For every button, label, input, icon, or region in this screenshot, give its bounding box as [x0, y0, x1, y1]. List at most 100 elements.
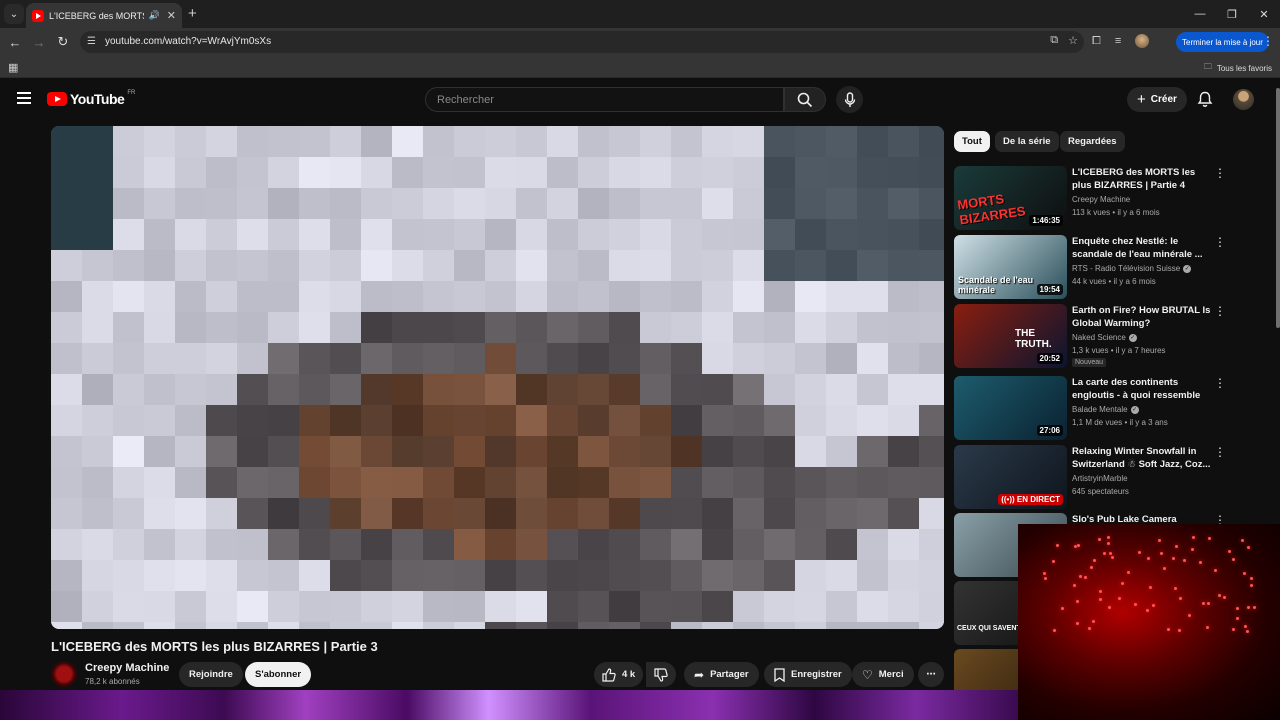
recommendation-item[interactable]: Scandale de l'eau minérale 19:54 Enquête… — [954, 235, 1244, 299]
video-thumbnail[interactable]: Scandale de l'eau minérale 19:54 — [954, 235, 1067, 299]
update-button[interactable]: Terminer la mise à jour — [1176, 32, 1269, 52]
pixel-block — [640, 188, 672, 220]
site-info-icon[interactable]: ☰ — [87, 36, 99, 48]
video-thumbnail[interactable]: 27:06 — [954, 376, 1067, 440]
pixel-block — [330, 281, 362, 313]
like-button[interactable]: 4 k — [594, 662, 644, 687]
menu-hamburger-icon[interactable] — [17, 92, 31, 104]
string-light-dot — [1191, 548, 1194, 551]
recommendation-item[interactable]: ((•)) EN DIRECT Relaxing Winter Snowfall… — [954, 445, 1244, 509]
chip-watched[interactable]: Regardées — [1060, 131, 1125, 152]
pixel-block — [671, 560, 703, 592]
youtube-header: YouTube FR Rechercher + Créer — [0, 79, 1280, 121]
thanks-button[interactable]: ♡ Merci — [852, 662, 914, 687]
recommendation-channel[interactable]: Creepy Machine — [1072, 195, 1130, 204]
dislike-button[interactable] — [646, 662, 676, 687]
chip-series[interactable]: De la série — [995, 131, 1059, 152]
tab-search-icon[interactable]: ⌄ — [4, 4, 24, 24]
apps-grid-icon[interactable]: ▦ — [8, 61, 18, 74]
pixel-block — [454, 157, 486, 189]
search-button[interactable] — [784, 87, 826, 112]
browser-profile-avatar[interactable] — [1135, 34, 1150, 48]
browser-tab-active[interactable]: L'ICEBERG des MORTS les p 🔊 ✕ — [26, 3, 182, 28]
extensions-puzzle-icon[interactable]: ⧠ — [1092, 35, 1101, 48]
address-bar[interactable]: ☰ youtube.com/watch?v=WrAvjYm0sXs ⧉ ☆ — [80, 31, 1084, 53]
more-vertical-icon[interactable]: ⋮ — [1214, 376, 1226, 390]
recommendation-title[interactable]: Earth on Fire? How BRUTAL Is Global Warm… — [1072, 304, 1212, 330]
window-close-icon[interactable]: ✕ — [1248, 0, 1280, 28]
back-arrow-icon[interactable]: ← — [6, 33, 24, 51]
recommendation-title[interactable]: Enquête chez Nestlé: le scandale de l'ea… — [1072, 235, 1212, 261]
video-thumbnail[interactable]: THE TRUTH. 20:52 — [954, 304, 1067, 368]
reading-list-icon[interactable]: ≡ — [1115, 35, 1121, 47]
share-button[interactable]: ➦ Partager — [684, 662, 759, 687]
recommendation-item[interactable]: THE TRUTH. 20:52 Earth on Fire? How BRUT… — [954, 304, 1244, 368]
bookmark-star-icon[interactable]: ☆ — [1068, 34, 1078, 47]
channel-name[interactable]: Creepy Machine — [85, 662, 169, 674]
string-light-dot — [1103, 552, 1106, 555]
window-controls: — ❐ ✕ — [1184, 0, 1280, 28]
recommendation-title[interactable]: La carte des continents engloutis - à qu… — [1072, 376, 1212, 403]
browser-menu-icon[interactable]: ⋮ — [1262, 34, 1274, 48]
voice-search-button[interactable] — [836, 86, 863, 113]
pixel-block — [392, 312, 424, 344]
close-icon[interactable]: ✕ — [167, 9, 176, 22]
join-button[interactable]: Rejoindre — [179, 662, 243, 687]
more-horizontal-icon: ⋯ — [926, 669, 936, 680]
pixel-block — [237, 250, 269, 282]
video-thumbnail[interactable]: MORTS BIZARRES 1:46:35 — [954, 166, 1067, 230]
pixel-block — [888, 219, 920, 251]
pixel-block — [516, 560, 548, 592]
minimize-icon[interactable]: — — [1184, 0, 1216, 28]
video-player[interactable] — [51, 126, 944, 629]
pixel-block — [795, 312, 827, 344]
pixel-block — [361, 126, 393, 158]
more-actions-button[interactable]: ⋯ — [918, 662, 944, 687]
pixel-block — [237, 157, 269, 189]
pixel-block — [516, 405, 548, 437]
recommendation-channel[interactable]: RTS - Radio Télévision Suisse ✓ — [1072, 264, 1192, 273]
reload-icon[interactable]: ↻ — [54, 33, 72, 51]
recommendation-title[interactable]: Relaxing Winter Snowfall in Switzerland … — [1072, 445, 1212, 471]
search-input[interactable]: Rechercher — [425, 87, 784, 112]
maximize-icon[interactable]: ❐ — [1216, 0, 1248, 28]
more-vertical-icon[interactable]: ⋮ — [1214, 166, 1226, 180]
speaker-icon[interactable]: 🔊 — [149, 10, 160, 21]
more-vertical-icon[interactable]: ⋮ — [1214, 445, 1226, 459]
pixel-block — [299, 405, 331, 437]
recommendation-channel[interactable]: Balade Mentale ✓ — [1072, 405, 1139, 414]
chip-all[interactable]: Tout — [954, 131, 990, 152]
pixel-block — [578, 560, 610, 592]
all-bookmarks[interactable]: 🗀 Tous les favoris — [1204, 61, 1272, 75]
new-tab-plus-icon[interactable]: + — [188, 5, 197, 22]
more-vertical-icon[interactable]: ⋮ — [1214, 304, 1226, 318]
pixel-block — [640, 126, 672, 158]
recommendation-item[interactable]: MORTS BIZARRES 1:46:35 L'ICEBERG des MOR… — [954, 166, 1244, 230]
recommendation-channel[interactable]: Naked Science ✓ — [1072, 333, 1137, 342]
tab-title: L'ICEBERG des MORTS les p — [49, 10, 144, 21]
user-avatar[interactable] — [1233, 89, 1254, 110]
channel-avatar[interactable] — [51, 661, 77, 687]
subscribe-button[interactable]: S'abonner — [245, 662, 312, 687]
save-button[interactable]: Enregistrer — [764, 662, 852, 687]
pixel-block — [299, 343, 331, 375]
pixel-block — [857, 219, 889, 251]
notifications-bell-icon[interactable] — [1197, 91, 1213, 113]
page-scrollbar[interactable] — [1276, 88, 1280, 328]
create-button[interactable]: + Créer — [1127, 87, 1187, 112]
pixel-block — [857, 498, 889, 530]
more-vertical-icon[interactable]: ⋮ — [1214, 235, 1226, 249]
verified-check-icon: ✓ — [1130, 405, 1139, 414]
recommendation-item[interactable]: 27:06 La carte des continents engloutis … — [954, 376, 1244, 440]
video-thumbnail[interactable]: ((•)) EN DIRECT — [954, 445, 1067, 509]
forward-arrow-icon[interactable]: → — [30, 33, 48, 51]
pixel-block — [671, 281, 703, 313]
pixel-block — [919, 436, 944, 468]
youtube-logo[interactable]: YouTube FR — [47, 90, 135, 107]
recommendation-channel[interactable]: ArtistryinMarble — [1072, 474, 1128, 483]
recommendation-title[interactable]: L'ICEBERG des MORTS les plus BIZARRES | … — [1072, 166, 1212, 192]
install-app-icon[interactable]: ⧉ — [1050, 34, 1058, 47]
url-text[interactable]: youtube.com/watch?v=WrAvjYm0sXs — [105, 36, 271, 47]
pixel-block — [51, 560, 83, 592]
pixel-block — [919, 281, 944, 313]
